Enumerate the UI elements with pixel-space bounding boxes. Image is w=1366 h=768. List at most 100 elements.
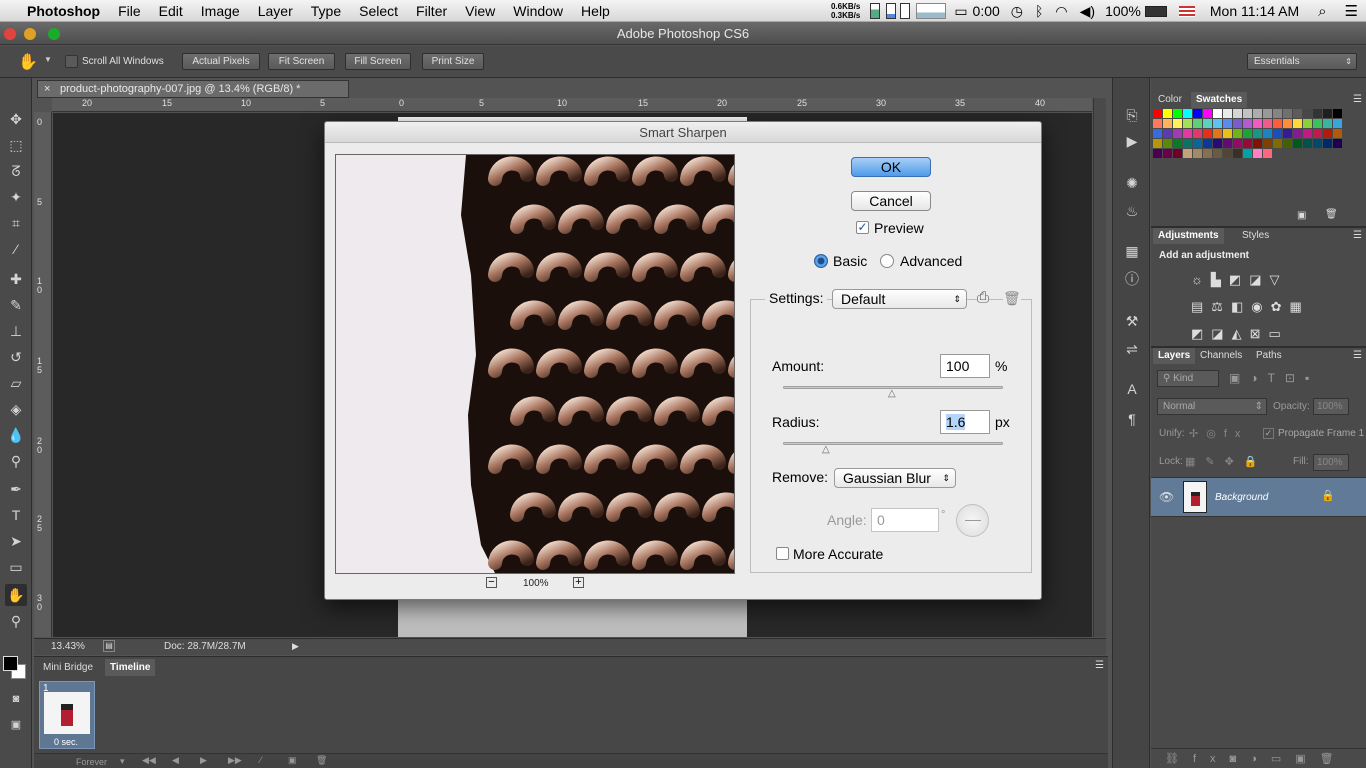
color-swatch[interactable] — [1313, 119, 1322, 128]
selective-color-icon[interactable]: ⊠ — [1250, 326, 1269, 341]
color-swatch[interactable] — [1263, 139, 1272, 148]
first-frame-icon[interactable]: ◀◀ — [142, 755, 156, 766]
fill-field[interactable]: 100% — [1313, 454, 1349, 471]
curves-icon[interactable]: ◩ — [1229, 272, 1249, 287]
photo-filter-icon[interactable]: ◉ — [1251, 299, 1270, 314]
color-swatch[interactable] — [1173, 109, 1182, 118]
color-swatch[interactable] — [1163, 119, 1172, 128]
color-swatch[interactable] — [1163, 109, 1172, 118]
black-white-icon[interactable]: ◧ — [1231, 299, 1251, 314]
color-swatch[interactable] — [1313, 129, 1322, 138]
delete-frame-icon[interactable]: 🗑 — [316, 755, 327, 766]
tool-presets-icon[interactable]: ⚒ — [1121, 310, 1143, 332]
color-swatch[interactable] — [1243, 129, 1252, 138]
color-swatch[interactable] — [1233, 139, 1242, 148]
color-swatch[interactable] — [1283, 139, 1292, 148]
color-swatch[interactable] — [1163, 129, 1172, 138]
quick-mask-icon[interactable]: ◙ — [5, 688, 27, 710]
color-swatch[interactable] — [1213, 119, 1222, 128]
menu-layer[interactable]: Layer — [249, 0, 302, 22]
color-swatch[interactable] — [1253, 139, 1262, 148]
battery-timer-icon[interactable]: ▭ — [954, 3, 967, 20]
color-swatch[interactable] — [1333, 139, 1342, 148]
vibrance-icon[interactable]: ▽ — [1270, 272, 1288, 287]
menu-type[interactable]: Type — [302, 0, 350, 22]
status-menu-arrow-icon[interactable]: ▶ — [292, 641, 299, 652]
new-layer-icon[interactable]: ▣ — [1295, 753, 1319, 765]
tab-styles[interactable]: Styles — [1237, 228, 1274, 244]
color-swatch[interactable] — [1273, 119, 1282, 128]
foreground-color-swatch[interactable] — [3, 656, 18, 671]
history-panel-icon[interactable]: ⎘ — [1121, 104, 1143, 126]
layer-row-background[interactable]: 👁 Background 🔒 — [1151, 477, 1366, 517]
color-swatch[interactable] — [1153, 139, 1162, 148]
color-swatch[interactable] — [1333, 129, 1342, 138]
color-swatch[interactable] — [1243, 119, 1252, 128]
amount-field[interactable]: 100 — [940, 354, 990, 378]
healing-brush-tool-icon[interactable]: ✚ — [5, 268, 27, 290]
lasso-tool-icon[interactable]: ᘔ — [5, 160, 27, 182]
layer-filter[interactable]: ⚲ Kind — [1157, 370, 1219, 387]
fill-screen-button[interactable]: Fill Screen — [345, 53, 411, 70]
delete-layer-icon[interactable]: 🗑 — [1320, 753, 1348, 765]
remove-select[interactable]: Gaussian Blur ⇕ — [834, 468, 956, 488]
eyedropper-tool-icon[interactable]: ⁄ — [5, 238, 27, 260]
color-swatch[interactable] — [1223, 139, 1232, 148]
color-swatch[interactable] — [1223, 119, 1232, 128]
history-brush-tool-icon[interactable]: ↺ — [5, 346, 27, 368]
delete-swatch-icon[interactable]: 🗑 — [1325, 209, 1338, 220]
new-group-icon[interactable]: ▭ — [1271, 753, 1295, 765]
dodge-tool-icon[interactable]: ⚲ — [5, 450, 27, 472]
zoom-window-button[interactable] — [48, 28, 60, 40]
bluetooth-icon[interactable]: ᛒ — [1035, 3, 1043, 19]
color-swatch[interactable] — [1203, 149, 1212, 158]
type-tool-icon[interactable]: T — [5, 504, 27, 526]
paragraph-panel-icon[interactable]: ¶ — [1121, 408, 1143, 430]
color-swatch[interactable] — [1203, 119, 1212, 128]
invert-icon[interactable]: ◩ — [1191, 326, 1211, 341]
color-swatch[interactable] — [1283, 119, 1292, 128]
menu-image[interactable]: Image — [192, 0, 249, 22]
color-swatch[interactable] — [1323, 119, 1332, 128]
radius-slider-track[interactable] — [783, 442, 1003, 445]
ok-button[interactable]: OK — [851, 157, 931, 177]
lock-icons[interactable]: ▦✎✥🔒 — [1185, 455, 1268, 468]
color-swatch[interactable] — [1333, 109, 1342, 118]
filter-preview[interactable] — [335, 154, 735, 574]
battery-timer[interactable]: 0:00 — [968, 0, 1005, 22]
menu-file[interactable]: File — [109, 0, 150, 22]
loop-dropdown-icon[interactable]: ▾ — [120, 756, 125, 767]
color-swatch[interactable] — [1253, 129, 1262, 138]
actual-pixels-button[interactable]: Actual Pixels — [182, 53, 260, 70]
properties-panel-icon[interactable]: ▦ — [1121, 240, 1143, 262]
color-swatch[interactable] — [1193, 109, 1202, 118]
workspace-switcher[interactable]: Essentials ⇕ — [1247, 53, 1357, 70]
color-swatch[interactable] — [1153, 119, 1162, 128]
paint-bucket-tool-icon[interactable]: ◈ — [5, 398, 27, 420]
vertical-scrollbar[interactable] — [1093, 98, 1106, 637]
color-swatch[interactable] — [1233, 129, 1242, 138]
color-swatch[interactable] — [1323, 129, 1332, 138]
unify-icons[interactable]: ✢◎fx — [1189, 427, 1248, 440]
duplicate-frame-icon[interactable]: ▣ — [288, 755, 297, 766]
preset-dropdown-icon[interactable]: ▼ — [44, 55, 52, 64]
cancel-button[interactable]: Cancel — [851, 191, 931, 211]
tween-icon[interactable]: ⁄ — [260, 755, 262, 765]
vertical-ruler[interactable]: 0 5 10 15 20 25 30 — [34, 112, 52, 637]
menu-filter[interactable]: Filter — [407, 0, 456, 22]
color-balance-icon[interactable]: ⚖ — [1211, 299, 1231, 314]
color-swatch[interactable] — [1263, 129, 1272, 138]
color-swatch[interactable] — [1163, 149, 1172, 158]
gradient-map-icon[interactable]: ▭ — [1269, 326, 1289, 341]
tab-mini-bridge[interactable]: Mini Bridge — [38, 659, 98, 676]
opacity-field[interactable]: 100% — [1313, 398, 1349, 415]
menu-edit[interactable]: Edit — [150, 0, 192, 22]
layer-filter-icons[interactable]: ▣◑T⊡▪ — [1229, 371, 1319, 385]
color-swatch[interactable] — [1243, 109, 1252, 118]
loop-options[interactable]: Forever — [76, 757, 107, 767]
clone-source-icon[interactable]: ♨ — [1121, 200, 1143, 222]
previous-frame-icon[interactable]: ◀ — [172, 755, 179, 766]
color-swatch[interactable] — [1223, 129, 1232, 138]
color-swatch[interactable] — [1253, 119, 1262, 128]
tab-paths[interactable]: Paths — [1251, 348, 1287, 364]
